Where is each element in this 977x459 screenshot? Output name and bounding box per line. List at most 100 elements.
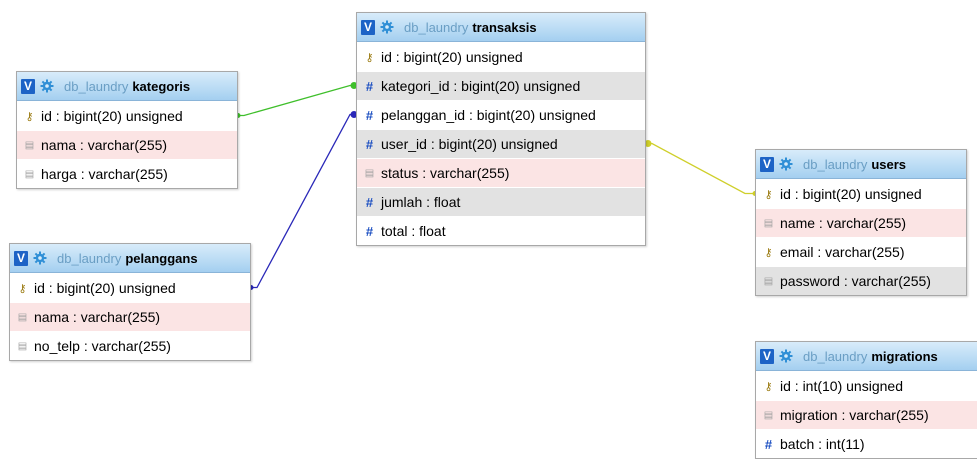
column-name: password <box>780 273 840 289</box>
column-type: : float <box>426 194 461 210</box>
column-row-nama[interactable]: ▤ nama : varchar(255) <box>17 130 237 159</box>
table-name: users <box>871 156 907 172</box>
column-type: : int(10) unsigned <box>794 378 903 394</box>
column-row-password[interactable]: ▤ password : varchar(255) <box>756 266 966 295</box>
column-type: : varchar(255) <box>80 166 168 182</box>
string-icon: ▤ <box>24 168 35 180</box>
numeric-icon: # <box>365 136 374 152</box>
table-header[interactable]: Vdb_laundry transaksis <box>357 13 645 42</box>
toggle-columns-button[interactable]: V <box>361 19 375 35</box>
column-row-id[interactable]: ⚷ id : bigint(20) unsigned <box>357 42 645 71</box>
column-name: kategori_id <box>381 78 450 94</box>
column-row-id[interactable]: ⚷ id : int(10) unsigned <box>756 371 977 400</box>
relation-line <box>251 113 356 289</box>
table-users[interactable]: Vdb_laundry users ⚷ id : bigint(20) unsigne… <box>755 149 967 296</box>
table-header[interactable]: Vdb_laundry kategoris <box>17 72 237 101</box>
numeric-icon: # <box>365 78 374 94</box>
column-row-kategori_id[interactable]: # kategori_id : bigint(20) unsigned <box>357 71 645 100</box>
column-type: : varchar(255) <box>79 137 168 153</box>
column-name: id <box>381 49 392 65</box>
table-title: db_laundry kategoris <box>64 79 190 94</box>
column-type: : bigint(20) unsigned <box>453 78 581 94</box>
table-migrations[interactable]: Vdb_laundry migrations ⚷ id : int(10) unsig… <box>755 341 977 459</box>
column-name: email <box>780 244 814 260</box>
column-type: : float <box>411 223 446 239</box>
numeric-icon: # <box>365 107 374 123</box>
column-type: : bigint(20) unsigned <box>395 49 523 65</box>
string-icon: ▤ <box>17 311 28 323</box>
gear-icon[interactable] <box>33 251 47 265</box>
column-name: migration <box>780 407 838 423</box>
database-name: db_laundry <box>803 156 868 172</box>
column-row-total[interactable]: # total : float <box>357 216 645 245</box>
column-type: : bigint(20) unsigned <box>430 136 558 152</box>
key-icon: ⚷ <box>18 282 27 295</box>
column-row-no_telp[interactable]: ▤ no_telp : varchar(255) <box>10 331 250 360</box>
column-name: nama <box>34 309 70 325</box>
column-row-harga[interactable]: ▤ harga : varchar(255) <box>17 159 237 188</box>
database-name: db_laundry <box>57 250 122 266</box>
column-name: no_telp <box>34 338 80 354</box>
table-transaksis[interactable]: Vdb_laundry transaksis ⚷ id : bigint(20) un… <box>356 12 646 246</box>
column-type: : varchar(255) <box>83 338 171 354</box>
string-icon: ▤ <box>763 409 774 421</box>
toggle-columns-button[interactable]: V <box>760 156 774 172</box>
column-row-batch[interactable]: # batch : int(11) <box>756 429 977 458</box>
key-icon: ⚷ <box>25 110 34 123</box>
column-row-nama[interactable]: ▤ nama : varchar(255) <box>10 302 250 331</box>
column-name: id <box>34 280 45 296</box>
column-name: total <box>381 223 408 239</box>
toggle-columns-button[interactable]: V <box>14 250 28 266</box>
column-name: jumlah <box>381 194 423 210</box>
table-pelanggans[interactable]: Vdb_laundry pelanggans ⚷ id : bigint(20) un… <box>9 243 251 361</box>
string-icon: ▤ <box>763 275 774 287</box>
column-type: : bigint(20) unsigned <box>794 186 922 202</box>
string-icon: ▤ <box>763 217 774 229</box>
column-type: : bigint(20) unsigned <box>468 107 596 123</box>
column-type: : bigint(20) unsigned <box>55 108 183 124</box>
table-name: transaksis <box>472 19 537 35</box>
column-row-name[interactable]: ▤ name : varchar(255) <box>756 208 966 237</box>
database-name: db_laundry <box>803 348 868 364</box>
table-header[interactable]: Vdb_laundry pelanggans <box>10 244 250 273</box>
column-row-id[interactable]: ⚷ id : bigint(20) unsigned <box>756 179 966 208</box>
column-row-user_id[interactable]: # user_id : bigint(20) unsigned <box>357 129 645 158</box>
column-row-migration[interactable]: ▤ migration : varchar(255) <box>756 400 977 429</box>
gear-icon[interactable] <box>779 349 793 363</box>
gear-icon[interactable] <box>40 79 54 93</box>
column-name: batch <box>780 436 815 452</box>
table-name: pelanggans <box>125 250 198 266</box>
numeric-icon: # <box>764 436 773 452</box>
table-kategoris[interactable]: Vdb_laundry kategoris ⚷ id : bigint(20) uns… <box>16 71 238 189</box>
column-type: : bigint(20) unsigned <box>48 280 176 296</box>
column-type: : varchar(255) <box>843 273 931 289</box>
toggle-columns-button[interactable]: V <box>760 348 774 364</box>
column-type: : int(11) <box>818 436 865 452</box>
column-name: pelanggan_id <box>381 107 466 123</box>
column-type: : varchar(255) <box>841 407 929 423</box>
key-icon: ⚷ <box>764 188 773 201</box>
key-icon: ⚷ <box>365 51 374 64</box>
numeric-icon: # <box>365 194 374 210</box>
table-name: migrations <box>871 348 938 364</box>
toggle-columns-button[interactable]: V <box>21 78 35 94</box>
table-title: db_laundry transaksis <box>404 20 537 35</box>
table-header[interactable]: Vdb_laundry users <box>756 150 966 179</box>
gear-icon[interactable] <box>779 157 793 171</box>
gear-icon[interactable] <box>380 20 394 34</box>
column-row-id[interactable]: ⚷ id : bigint(20) unsigned <box>17 101 237 130</box>
table-title: db_laundry pelanggans <box>57 251 198 266</box>
column-row-pelanggan_id[interactable]: # pelanggan_id : bigint(20) unsigned <box>357 100 645 129</box>
column-row-email[interactable]: ⚷ email : varchar(255) <box>756 237 966 266</box>
column-type: : varchar(255) <box>72 309 161 325</box>
relation-line <box>238 84 356 117</box>
column-row-jumlah[interactable]: # jumlah : float <box>357 187 645 216</box>
relation-line <box>646 142 755 195</box>
string-icon: ▤ <box>24 139 35 151</box>
table-header[interactable]: Vdb_laundry migrations <box>756 342 977 371</box>
table-title: db_laundry migrations <box>803 349 938 364</box>
column-type: : varchar(255) <box>818 215 907 231</box>
string-icon: ▤ <box>364 167 375 179</box>
column-row-status[interactable]: ▤ status : varchar(255) <box>357 158 645 187</box>
column-row-id[interactable]: ⚷ id : bigint(20) unsigned <box>10 273 250 302</box>
